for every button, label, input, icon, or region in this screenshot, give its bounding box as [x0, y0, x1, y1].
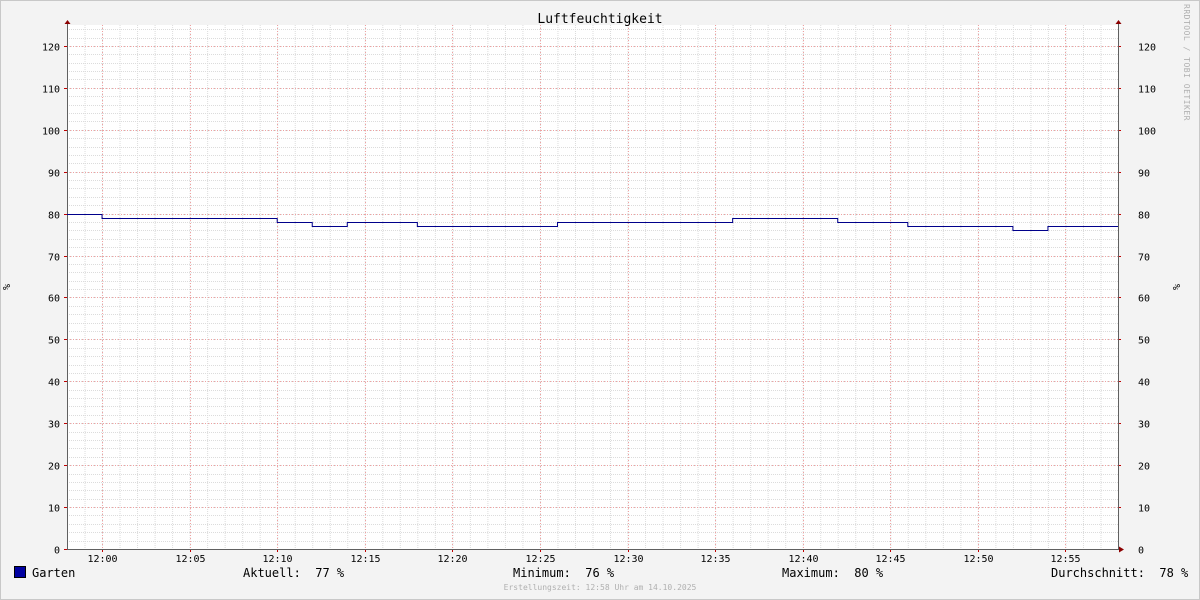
- x-tick-label: 12:10: [262, 554, 292, 565]
- y-tick-label-left: 30: [48, 420, 60, 431]
- y-tick-label-right: 120: [1138, 43, 1156, 54]
- legend-max-label: Maximum:: [782, 566, 840, 580]
- x-tick-label: 12:05: [175, 554, 205, 565]
- x-tick-label: 12:50: [963, 554, 993, 565]
- legend-minimum: Minimum: 76 %: [513, 566, 614, 584]
- y-tick-label-left: 100: [42, 127, 60, 138]
- footer-timestamp: Erstellungszeit: 12:58 Uhr am 14.10.2025: [503, 583, 697, 592]
- legend-min-value: 76 %: [585, 566, 615, 580]
- y-tick-label-left: 10: [48, 504, 60, 515]
- legend-series: Garten: [14, 566, 75, 584]
- x-axis-arrow: [1119, 546, 1124, 553]
- y-tick-label-left: 60: [48, 294, 60, 305]
- chart-title: Luftfeuchtigkeit: [537, 12, 662, 27]
- y-tick-label-right: 60: [1138, 294, 1150, 305]
- y-tick-label-right: 10: [1138, 504, 1150, 515]
- legend-maximum: Maximum: 80 %: [782, 566, 883, 584]
- y-tick-label-right: 20: [1138, 462, 1150, 473]
- y-tick-label-left: 110: [42, 85, 60, 96]
- legend-max-value: 80 %: [854, 566, 884, 580]
- legend-avg-value: 78 %: [1159, 566, 1189, 580]
- y-tick-label-left: 0: [54, 546, 60, 557]
- y-axis-label-left: %: [2, 284, 13, 290]
- legend-current-label: Aktuell:: [243, 566, 301, 580]
- y-tick-label-right: 110: [1138, 85, 1156, 96]
- x-tick-label: 12:30: [613, 554, 643, 565]
- y-tick-label-right: 80: [1138, 211, 1150, 222]
- x-tick-label: 12:20: [437, 554, 467, 565]
- y-tick-label-right: 100: [1138, 127, 1156, 138]
- y-tick-label-right: 70: [1138, 253, 1150, 264]
- x-tick-label: 12:00: [87, 554, 117, 565]
- y-tick-label-left: 20: [48, 462, 60, 473]
- y-tick-label-right: 50: [1138, 336, 1150, 347]
- y-tick-label-left: 50: [48, 336, 60, 347]
- legend-series-name: Garten: [32, 566, 76, 580]
- humidity-chart: 12:00 12:05 12:10 12:15 12:20 12:25 12:30 12:35…: [2, 12, 1183, 565]
- x-tick-label: 12:45: [875, 554, 905, 565]
- y-axis-arrow-right: [1115, 20, 1122, 24]
- y-tick-label-left: 40: [48, 378, 60, 389]
- legend-avg-label: Durchschnitt:: [1051, 566, 1145, 580]
- y-axis-label-right: %: [1172, 284, 1183, 290]
- y-tick-label-left: 70: [48, 253, 60, 264]
- legend-average: Durchschnitt: 78 %: [1051, 566, 1188, 584]
- x-tick-label: 12:40: [788, 554, 818, 565]
- y-tick-label-right: 30: [1138, 420, 1150, 431]
- legend-current-value: 77 %: [315, 566, 345, 580]
- legend-current: Aktuell: 77 %: [243, 566, 344, 584]
- y-axis-arrow-left: [64, 20, 71, 24]
- legend-min-label: Minimum:: [513, 566, 571, 580]
- x-tick-label: 12:15: [350, 554, 380, 565]
- legend-swatch: [14, 566, 26, 578]
- y-tick-label-left: 80: [48, 211, 60, 222]
- y-tick-label-left: 90: [48, 169, 60, 180]
- x-tick-label: 12:25: [525, 554, 555, 565]
- y-tick-label-right: 0: [1138, 546, 1144, 557]
- rrdtool-credit: RRDTOOL / TOBI OETIKER: [1182, 4, 1191, 121]
- y-tick-label-left: 120: [42, 43, 60, 54]
- x-tick-label: 12:35: [700, 554, 730, 565]
- y-tick-label-right: 40: [1138, 378, 1150, 389]
- y-tick-label-right: 90: [1138, 169, 1150, 180]
- x-tick-label: 12:55: [1050, 554, 1080, 565]
